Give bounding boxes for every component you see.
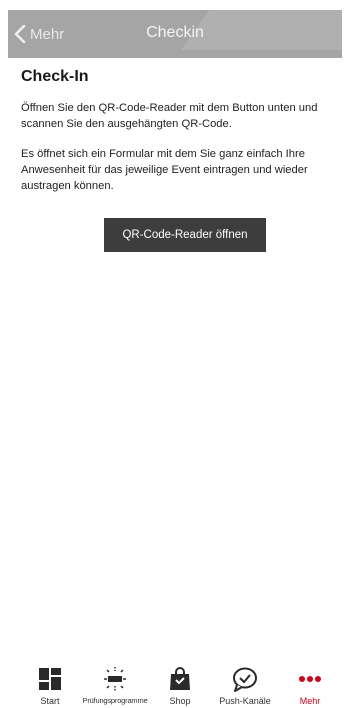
open-qr-reader-button[interactable]: QR-Code-Reader öffnen [104,218,266,252]
tab-shop[interactable]: Shop [148,664,212,708]
instruction-text: Öffnen Sie den QR-Code-Reader mit dem Bu… [21,102,318,130]
scan-icon [102,664,128,694]
tab-bar: Start Prüfungsprogramme Shop Push-Kanäle… [18,664,342,708]
section-heading: Check-In [21,68,89,85]
shopping-bag-icon [168,664,192,694]
tab-label: Push-Kanäle [219,696,271,706]
status-bar-area [0,0,350,10]
tab-label: Mehr [299,696,321,706]
tab-mehr[interactable]: Mehr [278,664,342,708]
more-dots-icon [298,664,322,694]
page-title: Checkin [146,24,204,41]
checkin-content: Check-In Öffnen Sie den QR-Code-Reader m… [21,68,333,208]
tab-label: Prüfungsprogramme [82,696,148,705]
chat-check-icon [231,664,259,694]
tab-start[interactable]: Start [18,664,82,708]
grid-icon [38,664,62,694]
tab-pruefungsprogramme[interactable]: Prüfungsprogramme [82,664,148,708]
tab-push-kanaele[interactable]: Push-Kanäle [213,664,277,708]
tab-label: Shop [169,696,191,706]
navigation-bar: Mehr Checkin [8,10,342,58]
form-info-text: Es öffnet sich ein Formular mit dem Sie … [21,148,308,192]
tab-label: Start [40,696,60,706]
